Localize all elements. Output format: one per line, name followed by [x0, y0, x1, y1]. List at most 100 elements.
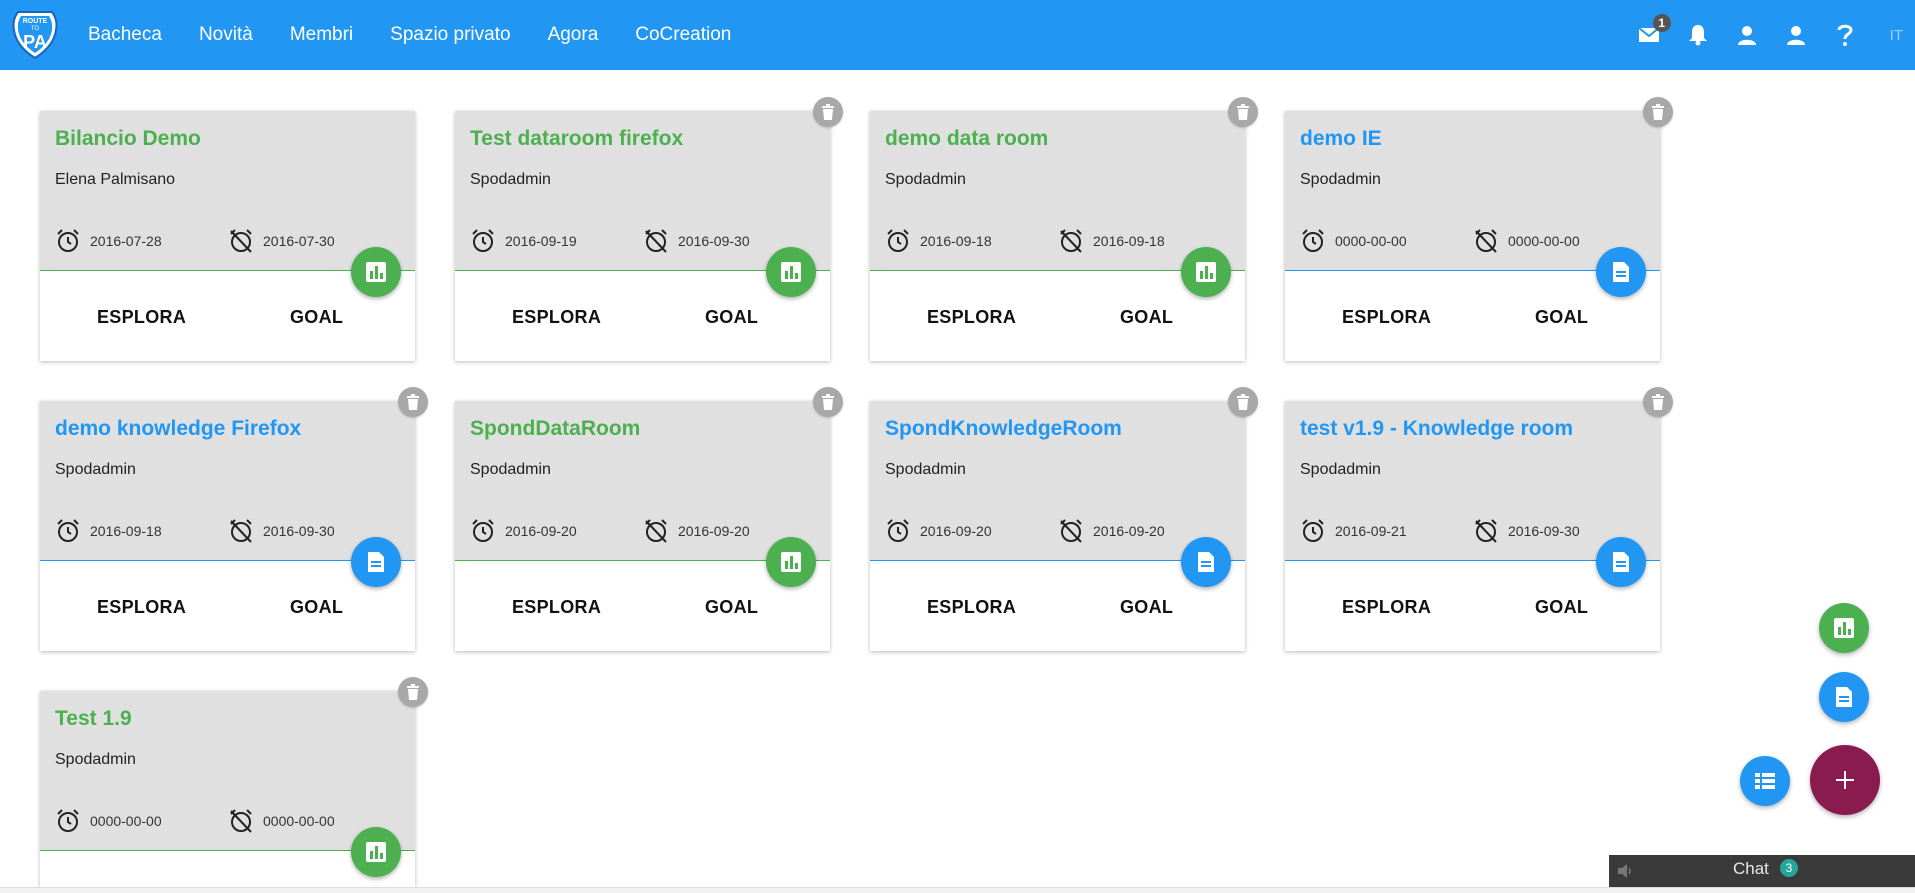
- delete-button[interactable]: [398, 677, 428, 707]
- nav-bacheca[interactable]: Bacheca: [88, 24, 162, 46]
- delete-button[interactable]: [813, 97, 843, 127]
- nav-spazio-privato[interactable]: Spazio privato: [390, 24, 510, 46]
- bar-chart-icon: [366, 842, 386, 862]
- document-icon: [368, 552, 384, 572]
- explore-button[interactable]: ESPLORA: [97, 597, 186, 618]
- alarm-icon: [887, 519, 909, 542]
- start-date: 2016-07-28: [55, 228, 162, 254]
- chat-bar[interactable]: Chat 3: [1609, 855, 1915, 887]
- route-to-pa-logo[interactable]: ROUTE TO PA: [8, 8, 62, 62]
- alarm-icon: [57, 809, 79, 832]
- card-header: SpondDataRoom Spodadmin 2016-09-20 2016-…: [455, 401, 830, 561]
- add-fab[interactable]: [1810, 745, 1880, 815]
- goal-button[interactable]: GOAL: [1535, 307, 1588, 328]
- delete-button[interactable]: [1643, 387, 1673, 417]
- knowledge-room-button[interactable]: [351, 537, 401, 587]
- explore-button[interactable]: ESPLORA: [927, 597, 1016, 618]
- card-owner: Spodadmin: [1300, 171, 1381, 188]
- explore-button[interactable]: ESPLORA: [1342, 597, 1431, 618]
- trash-icon: [1652, 104, 1664, 120]
- knowledge-room-button[interactable]: [1596, 537, 1646, 587]
- card-title[interactable]: SpondDataRoom: [470, 417, 640, 441]
- end-date: 0000-00-00: [228, 808, 335, 834]
- goal-button[interactable]: GOAL: [1120, 307, 1173, 328]
- card-title[interactable]: demo knowledge Firefox: [55, 417, 301, 441]
- delete-button[interactable]: [1228, 97, 1258, 127]
- card-title[interactable]: SpondKnowledgeRoom: [885, 417, 1122, 441]
- card-title[interactable]: Bilancio Demo: [55, 127, 201, 151]
- goal-button[interactable]: GOAL: [1535, 597, 1588, 618]
- goal-button[interactable]: GOAL: [1120, 597, 1173, 618]
- data-room-button[interactable]: [766, 537, 816, 587]
- language-switch[interactable]: IT: [1890, 27, 1903, 44]
- document-icon: [1613, 552, 1629, 572]
- room-card: demo knowledge Firefox Spodadmin 2016-09…: [40, 387, 428, 651]
- room-card: demo IE Spodadmin 0000-00-00 0000-00-00 …: [1285, 97, 1673, 361]
- card-header: Test dataroom firefox Spodadmin 2016-09-…: [455, 111, 830, 271]
- delete-button[interactable]: [1228, 387, 1258, 417]
- end-date: 2016-09-30: [1473, 518, 1580, 544]
- delete-button[interactable]: [398, 387, 428, 417]
- alarm-off-icon: [230, 519, 252, 543]
- goal-button[interactable]: GOAL: [290, 307, 343, 328]
- card-title[interactable]: test v1.9 - Knowledge room: [1300, 417, 1573, 441]
- card-owner: Spodadmin: [55, 461, 136, 478]
- goal-button[interactable]: GOAL: [705, 307, 758, 328]
- data-room-button[interactable]: [766, 247, 816, 297]
- chat-label: Chat: [1733, 859, 1769, 878]
- nav-novita[interactable]: Novità: [199, 24, 253, 46]
- explore-button[interactable]: ESPLORA: [927, 307, 1016, 328]
- explore-button[interactable]: ESPLORA: [1342, 307, 1431, 328]
- trash-icon: [822, 394, 834, 410]
- nav-agora[interactable]: Agora: [548, 24, 599, 46]
- card-owner: Spodadmin: [470, 171, 551, 188]
- goal-button[interactable]: GOAL: [705, 597, 758, 618]
- alarm-icon: [1302, 229, 1324, 252]
- alarm-off-icon: [1060, 519, 1082, 543]
- start-date: 2016-09-18: [55, 518, 162, 544]
- new-data-room-fab[interactable]: [1819, 603, 1869, 653]
- data-room-button[interactable]: [351, 827, 401, 877]
- user-icon[interactable]: [1735, 23, 1759, 47]
- bar-chart-icon: [1834, 618, 1854, 638]
- trash-icon: [407, 394, 419, 410]
- mail-icon[interactable]: 1: [1637, 14, 1671, 47]
- profile-icon[interactable]: [1784, 23, 1808, 47]
- end-date: 2016-09-20: [643, 518, 750, 544]
- start-date: 2016-09-21: [1300, 518, 1407, 544]
- delete-button[interactable]: [1643, 97, 1673, 127]
- new-knowledge-room-fab[interactable]: [1819, 672, 1869, 722]
- start-date: 0000-00-00: [1300, 228, 1407, 254]
- top-app-bar: ROUTE TO PA Bacheca Novità Membri Spazio…: [0, 0, 1915, 70]
- delete-button[interactable]: [813, 387, 843, 417]
- data-room-button[interactable]: [351, 247, 401, 297]
- room-card: SpondKnowledgeRoom Spodadmin 2016-09-20 …: [870, 387, 1258, 651]
- alarm-off-icon: [230, 229, 252, 253]
- explore-button[interactable]: ESPLORA: [512, 307, 601, 328]
- room-card: Test dataroom firefox Spodadmin 2016-09-…: [455, 97, 843, 361]
- card-title[interactable]: demo data room: [885, 127, 1048, 151]
- start-date: 0000-00-00: [55, 808, 162, 834]
- nav-cocreation[interactable]: CoCreation: [635, 24, 731, 46]
- bell-icon[interactable]: [1686, 23, 1710, 47]
- alarm-icon: [1302, 519, 1324, 542]
- bottom-divider: [0, 887, 1915, 893]
- bar-chart-icon: [781, 552, 801, 572]
- data-room-button[interactable]: [1181, 247, 1231, 297]
- alarm-icon: [887, 229, 909, 252]
- knowledge-room-button[interactable]: [1596, 247, 1646, 297]
- card-header: demo data room Spodadmin 2016-09-18 2016…: [870, 111, 1245, 271]
- explore-button[interactable]: ESPLORA: [512, 597, 601, 618]
- alarm-off-icon: [1060, 229, 1082, 253]
- end-date: 0000-00-00: [1473, 228, 1580, 254]
- help-icon[interactable]: [1833, 23, 1857, 47]
- card-title[interactable]: demo IE: [1300, 127, 1382, 151]
- goal-button[interactable]: GOAL: [290, 597, 343, 618]
- nav-membri[interactable]: Membri: [290, 24, 353, 46]
- card-title[interactable]: Test 1.9: [55, 707, 132, 731]
- card-title[interactable]: Test dataroom firefox: [470, 127, 683, 151]
- list-view-fab[interactable]: [1740, 756, 1790, 806]
- card-header: demo IE Spodadmin 0000-00-00 0000-00-00: [1285, 111, 1660, 271]
- knowledge-room-button[interactable]: [1181, 537, 1231, 587]
- explore-button[interactable]: ESPLORA: [97, 307, 186, 328]
